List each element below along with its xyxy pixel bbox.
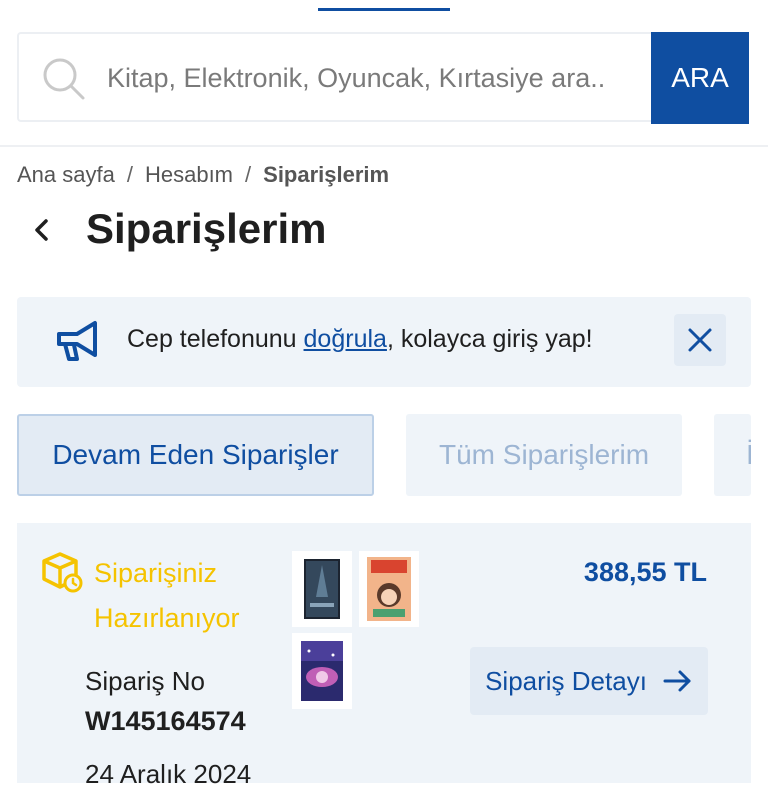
search-box <box>17 32 651 122</box>
banner-text: Cep telefonunu doğrula, kolayca giriş ya… <box>127 325 593 354</box>
tab-next-partial[interactable]: İ <box>714 414 751 496</box>
book-cover-dark <box>304 559 340 619</box>
breadcrumb-current: Siparişlerim <box>263 162 390 187</box>
order-total-price: 388,55 TL <box>583 557 707 587</box>
verify-phone-banner: Cep telefonunu doğrula, kolayca giriş ya… <box>17 297 751 387</box>
order-detail-button[interactable]: Sipariş Detayı <box>470 647 708 715</box>
banner-text-before: Cep telefonunu <box>127 325 304 353</box>
book-cover-lupe <box>367 557 411 621</box>
search-input[interactable] <box>105 34 629 122</box>
search-icon <box>43 58 85 100</box>
logo-strip[interactable] <box>318 0 450 11</box>
tab-ongoing-orders[interactable]: Devam Eden Siparişler <box>17 414 374 496</box>
verify-link[interactable]: doğrula <box>304 325 387 353</box>
order-status-line2: Hazırlanıyor <box>94 603 240 633</box>
close-icon <box>688 328 712 352</box>
banner-close-button[interactable] <box>674 314 726 366</box>
breadcrumb-account[interactable]: Hesabım <box>145 162 233 188</box>
order-status: Siparişiniz Hazırlanıyor <box>94 551 284 641</box>
product-thumbnail[interactable] <box>292 633 352 709</box>
header-divider <box>0 145 768 147</box>
back-chevron-icon[interactable] <box>28 213 56 247</box>
product-thumbnail[interactable] <box>359 551 419 627</box>
search-button[interactable]: ARA <box>651 32 749 124</box>
package-icon <box>42 552 83 593</box>
banner-text-after: , kolayca giriş yap! <box>386 325 593 353</box>
order-number-label: Sipariş No <box>85 666 205 696</box>
page-title: Siparişlerim <box>86 205 327 252</box>
megaphone-icon <box>57 321 97 361</box>
order-number: W145164574 <box>85 706 246 736</box>
order-detail-label: Sipariş Detayı <box>485 665 647 696</box>
order-date: 24 Aralık 2024 <box>85 759 252 789</box>
breadcrumb: Ana sayfa / Hesabım / Siparişlerim <box>17 162 389 188</box>
order-card: Siparişiniz Hazırlanıyor 388,55 TL Sipar… <box>17 523 751 789</box>
tab-all-orders[interactable]: Tüm Siparişlerim <box>406 414 682 496</box>
order-status-line1: Siparişiniz <box>94 558 218 588</box>
book-cover-space <box>301 641 343 701</box>
breadcrumb-separator: / <box>126 162 133 187</box>
breadcrumb-home[interactable]: Ana sayfa <box>17 162 115 188</box>
product-thumbnail[interactable] <box>292 551 352 627</box>
breadcrumb-separator: / <box>245 162 252 187</box>
arrow-right-icon <box>663 670 691 692</box>
